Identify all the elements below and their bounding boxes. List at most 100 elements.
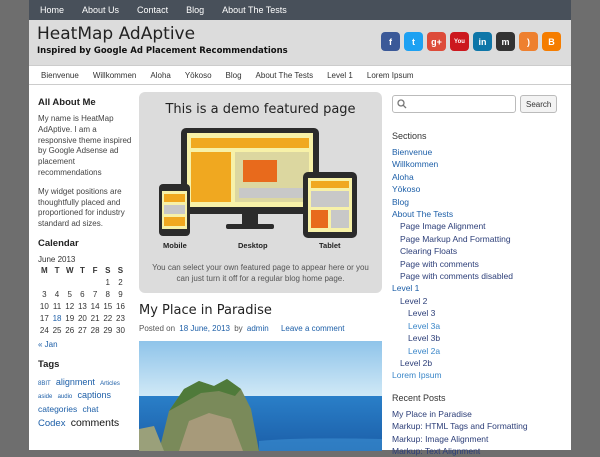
tag-link[interactable]: chat: [82, 404, 98, 414]
calendar-day: 26: [65, 326, 75, 336]
tag-link[interactable]: captions: [78, 390, 112, 400]
calendar-week: 3456789: [38, 289, 127, 301]
sections-item[interactable]: Level 2a: [392, 345, 567, 357]
recent-posts-title: Recent Posts: [392, 392, 446, 403]
calendar-day: 6: [80, 290, 85, 300]
calendar-day: [89, 277, 102, 289]
calendar-day: 1: [105, 278, 110, 288]
calendar-day: 11: [52, 302, 62, 312]
subnav-willkommen[interactable]: Willkommen: [86, 71, 144, 80]
sections-item[interactable]: Level 1: [392, 282, 567, 294]
recent-post-link[interactable]: My Place in Paradise: [392, 408, 567, 420]
nav-home[interactable]: Home: [40, 5, 64, 15]
sections-item[interactable]: Level 3: [392, 307, 567, 319]
sections-item[interactable]: About The Tests: [392, 208, 567, 220]
youtube-icon[interactable]: You: [450, 32, 469, 51]
calendar-week: 17 18 19 20 21 22 23: [38, 313, 127, 325]
subnav-blog[interactable]: Blog: [219, 71, 249, 80]
nav-contact[interactable]: Contact: [137, 5, 168, 15]
sections-item[interactable]: Level 2: [392, 295, 567, 307]
sections-item[interactable]: Yōkoso: [392, 183, 567, 195]
tag-link[interactable]: audio: [58, 394, 73, 400]
paradise-photo: [139, 341, 382, 451]
calendar-table: MTWTFSS 1 2 3 4 5 6 7 8 9 10 11 12 13 14 15 16 17 18 19 20 2…: [38, 265, 127, 337]
myspace-icon[interactable]: m: [496, 32, 515, 51]
calendar-day[interactable]: 18: [51, 313, 64, 325]
calendar-day-header: M: [41, 266, 48, 276]
recent-post-link[interactable]: Markup: Text Alignment: [392, 445, 567, 457]
rss-icon[interactable]: ): [519, 32, 538, 51]
sections-item[interactable]: Level 3b: [392, 332, 567, 344]
post-image[interactable]: [139, 341, 382, 451]
subnav-lorem-ipsum[interactable]: Lorem Ipsum: [360, 71, 421, 80]
sections-item[interactable]: Page Image Alignment: [392, 220, 567, 232]
tag-link[interactable]: aside: [38, 394, 52, 400]
calendar-day: 21: [90, 314, 100, 324]
right-sidebar: Search Sections Bienvenue Willkommen Aloha…: [392, 95, 567, 457]
tag-cloud: 8BIT alignment Articles aside audio capt…: [38, 376, 133, 432]
sections-item[interactable]: Page Markup And Formatting: [392, 233, 567, 245]
sections-item[interactable]: Level 2b: [392, 357, 567, 369]
calendar-day: [38, 277, 51, 289]
leave-comment-link[interactable]: Leave a comment: [281, 324, 345, 333]
subnav-yokoso[interactable]: Yōkoso: [178, 71, 219, 80]
tag-link[interactable]: comments: [71, 417, 119, 429]
recent-post-link[interactable]: Markup: HTML Tags and Formatting: [392, 420, 567, 432]
tag-link[interactable]: categories: [38, 404, 77, 414]
search-button[interactable]: Search: [520, 95, 558, 113]
facebook-icon[interactable]: f: [381, 32, 400, 51]
calendar-day-header: S: [105, 266, 111, 276]
calendar-day-header: W: [65, 266, 74, 276]
sections-item[interactable]: Clearing Floats: [392, 245, 567, 257]
calendar-day: 25: [52, 326, 62, 336]
twitter-icon[interactable]: t: [404, 32, 423, 51]
tag-link[interactable]: Articles: [100, 381, 120, 387]
tags-widget-title: Tags: [38, 358, 60, 370]
sections-widget-title: Sections: [392, 131, 427, 141]
post-author-link[interactable]: admin: [247, 324, 269, 333]
subnav-level-1[interactable]: Level 1: [320, 71, 360, 80]
calendar-day-header: S: [117, 266, 124, 276]
sections-item[interactable]: Willkommen: [392, 158, 567, 170]
linkedin-icon[interactable]: in: [473, 32, 492, 51]
calendar-prev-link[interactable]: « Jan: [38, 340, 133, 349]
calendar-day: 24: [39, 326, 49, 336]
calendar-day: 22: [103, 314, 113, 324]
post-title[interactable]: My Place in Paradise: [139, 303, 382, 318]
tag-link[interactable]: alignment: [56, 377, 95, 387]
tag-link[interactable]: Codex: [38, 418, 65, 429]
blogger-icon[interactable]: B: [542, 32, 561, 51]
sections-item[interactable]: Blog: [392, 196, 567, 208]
about-widget-title: All About Me: [38, 97, 96, 108]
sections-item[interactable]: Page with comments disabled: [392, 270, 567, 282]
sections-item[interactable]: Bienvenue: [392, 146, 567, 158]
sections-item[interactable]: Level 3a: [392, 320, 567, 332]
sections-item[interactable]: Lorem Ipsum: [392, 369, 567, 381]
site-title[interactable]: HeatMap AdAptive: [37, 24, 195, 44]
sections-item[interactable]: Aloha: [392, 171, 567, 183]
nav-about-the-tests[interactable]: About The Tests: [222, 5, 287, 15]
calendar-widget-title: Calendar: [38, 237, 79, 249]
social-icons: f t g+ You in m) B: [381, 32, 561, 51]
calendar-week: 10 11 12 13 14 15 16: [38, 301, 127, 313]
calendar-day: 16: [116, 302, 125, 312]
recent-post-link[interactable]: Markup: Image Alignment: [392, 433, 567, 445]
google-plus-icon[interactable]: g+: [427, 32, 446, 51]
tag-link[interactable]: 8BIT: [38, 381, 51, 387]
subnav-about-the-tests[interactable]: About The Tests: [249, 71, 321, 80]
featured-page: This is a demo featured page Mobile Desk…: [139, 92, 382, 293]
sections-item[interactable]: Page with comments: [392, 258, 567, 270]
subnav-bienvenue[interactable]: Bienvenue: [34, 71, 86, 80]
search-input[interactable]: [392, 95, 516, 113]
site-tagline: Inspired by Google Ad Placement Recommen…: [37, 46, 288, 56]
calendar-day: 8: [105, 290, 110, 300]
nav-blog[interactable]: Blog: [186, 5, 204, 15]
subnav-aloha[interactable]: Aloha: [143, 71, 177, 80]
sections-list: Bienvenue Willkommen Aloha Yōkoso Blog About …: [392, 146, 567, 382]
post-date-link[interactable]: 18 June, 2013: [179, 324, 230, 333]
nav-about-us[interactable]: About Us: [82, 5, 119, 15]
top-navigation: Home About Us Contact Blog About The Tes…: [29, 0, 571, 20]
search-form: Search: [392, 95, 567, 113]
label-desktop: Desktop: [238, 241, 268, 250]
calendar-day: 9: [118, 290, 123, 300]
